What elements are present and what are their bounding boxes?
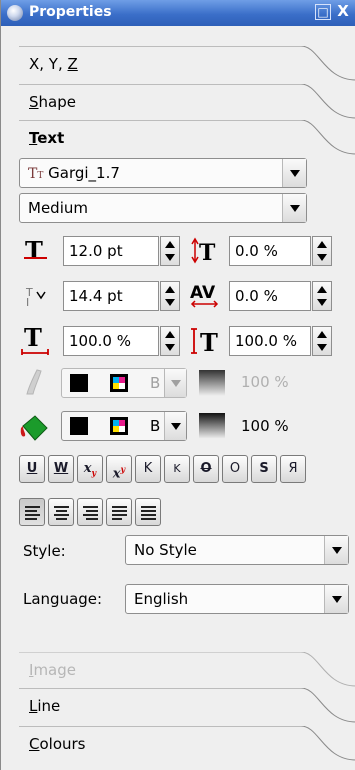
font-family-value: TT Gargi_1.7 bbox=[28, 164, 120, 182]
vertical-scale-value: 100.0 % bbox=[235, 332, 297, 350]
fill-shade-gradient bbox=[199, 413, 225, 439]
tracking-spinbox[interactable]: 0.0 % bbox=[229, 281, 332, 311]
font-style-combo[interactable]: Medium bbox=[19, 193, 307, 223]
shadow-button[interactable]: S bbox=[251, 455, 277, 483]
cmyk-icon bbox=[110, 417, 128, 435]
align-forced-button[interactable] bbox=[135, 498, 161, 526]
fill-shade-value: 100 % bbox=[241, 417, 289, 435]
fill-swatch-label: B bbox=[150, 417, 161, 435]
svg-text:AV: AV bbox=[190, 283, 216, 303]
baseline-offset-value: 0.0 % bbox=[235, 242, 278, 260]
align-left-button[interactable] bbox=[19, 498, 45, 526]
spin-buttons[interactable] bbox=[312, 281, 332, 311]
stroke-swatch-label: B bbox=[150, 374, 161, 392]
underline-words-button[interactable]: W bbox=[48, 455, 74, 483]
style-value: No Style bbox=[134, 541, 197, 559]
outline-button[interactable]: O bbox=[222, 455, 248, 483]
fill-color-swatch bbox=[70, 417, 88, 435]
style-combo[interactable]: No Style bbox=[125, 535, 349, 565]
tab-xyz-label: X, Y, Z bbox=[29, 55, 78, 73]
stroke-shade-gradient bbox=[199, 370, 225, 396]
stroke-color-combo[interactable]: B bbox=[61, 368, 187, 398]
tab-image-label: Image bbox=[29, 661, 76, 679]
tab-text[interactable]: Text bbox=[19, 120, 355, 156]
strikethrough-button[interactable]: O bbox=[193, 455, 219, 483]
tab-colours[interactable]: Colours bbox=[19, 726, 355, 762]
font-size-spinbox[interactable]: 12.0 pt bbox=[63, 236, 180, 266]
line-spacing-icon: T I bbox=[25, 286, 46, 309]
subscript-button[interactable]: xy bbox=[77, 455, 103, 483]
horizontal-scale-value: 100.0 % bbox=[69, 332, 131, 350]
spin-buttons[interactable] bbox=[160, 326, 180, 356]
vertical-scale-spinbox[interactable]: 100.0 % bbox=[229, 326, 332, 356]
spin-buttons[interactable] bbox=[312, 236, 332, 266]
cmyk-icon bbox=[110, 374, 128, 392]
svg-text:T: T bbox=[24, 324, 42, 352]
font-size-value: 12.0 pt bbox=[69, 242, 123, 260]
outline-text-button[interactable]: Я bbox=[280, 455, 306, 483]
tab-text-label: Text bbox=[29, 129, 65, 147]
chevron-down-icon bbox=[164, 412, 186, 440]
font-size-icon: T bbox=[24, 237, 47, 265]
title-bar: Properties □ X bbox=[1, 0, 355, 26]
font-family-combo[interactable]: TT Gargi_1.7 bbox=[19, 158, 307, 188]
window-title: Properties bbox=[29, 4, 112, 20]
fill-color-icon bbox=[20, 415, 48, 441]
chevron-down-icon bbox=[324, 536, 348, 564]
font-style-value: Medium bbox=[28, 199, 88, 217]
close-button[interactable]: X bbox=[335, 4, 351, 20]
spin-buttons[interactable] bbox=[160, 281, 180, 311]
tab-shape[interactable]: Shape bbox=[19, 84, 355, 120]
language-combo[interactable]: English bbox=[125, 584, 349, 614]
language-value: English bbox=[134, 590, 189, 608]
tracking-icon: AV bbox=[190, 283, 219, 308]
svg-text:T: T bbox=[200, 328, 218, 356]
chevron-down-icon bbox=[282, 159, 306, 187]
float-button[interactable]: □ bbox=[315, 4, 331, 20]
fill-color-combo[interactable]: B bbox=[61, 411, 187, 441]
tracking-value: 0.0 % bbox=[235, 287, 278, 305]
tab-shape-label: Shape bbox=[29, 93, 76, 111]
style-label: Style: bbox=[23, 542, 66, 560]
baseline-offset-icon: T bbox=[191, 237, 216, 265]
align-right-button[interactable] bbox=[77, 498, 103, 526]
chevron-down-icon bbox=[164, 369, 186, 397]
align-center-button[interactable] bbox=[48, 498, 74, 526]
vertical-scale-icon: T bbox=[191, 328, 218, 356]
line-spacing-value: 14.4 pt bbox=[69, 287, 123, 305]
all-caps-button[interactable]: K bbox=[135, 455, 161, 483]
underline-button[interactable]: U bbox=[19, 455, 45, 483]
stroke-color-icon bbox=[26, 369, 42, 395]
tab-xyz[interactable]: X, Y, Z bbox=[19, 46, 355, 82]
tab-line[interactable]: Line bbox=[19, 688, 355, 724]
tab-line-label: Line bbox=[29, 697, 61, 715]
superscript-button[interactable]: xy bbox=[106, 455, 132, 483]
horizontal-scale-spinbox[interactable]: 100.0 % bbox=[63, 326, 180, 356]
svg-text:T: T bbox=[199, 240, 216, 265]
app-icon bbox=[7, 5, 23, 21]
properties-panel: Properties □ X X, Y, Z Shape Text TT Gar… bbox=[0, 0, 355, 770]
spin-buttons[interactable] bbox=[312, 326, 332, 356]
chevron-down-icon bbox=[324, 585, 348, 613]
spin-buttons[interactable] bbox=[160, 236, 180, 266]
chevron-down-icon bbox=[282, 194, 306, 222]
align-justify-button[interactable] bbox=[106, 498, 132, 526]
small-caps-button[interactable]: K bbox=[164, 455, 190, 483]
tab-colours-label: Colours bbox=[29, 735, 86, 753]
svg-text:I: I bbox=[26, 296, 29, 309]
language-label: Language: bbox=[23, 590, 103, 608]
tab-image: Image bbox=[19, 652, 355, 688]
line-spacing-spinbox[interactable]: 14.4 pt bbox=[63, 281, 180, 311]
baseline-offset-spinbox[interactable]: 0.0 % bbox=[229, 236, 332, 266]
stroke-shade-value: 100 % bbox=[241, 373, 289, 391]
stroke-color-swatch bbox=[70, 374, 88, 392]
horizontal-scale-icon: T bbox=[21, 324, 49, 355]
svg-text:T: T bbox=[25, 237, 43, 265]
